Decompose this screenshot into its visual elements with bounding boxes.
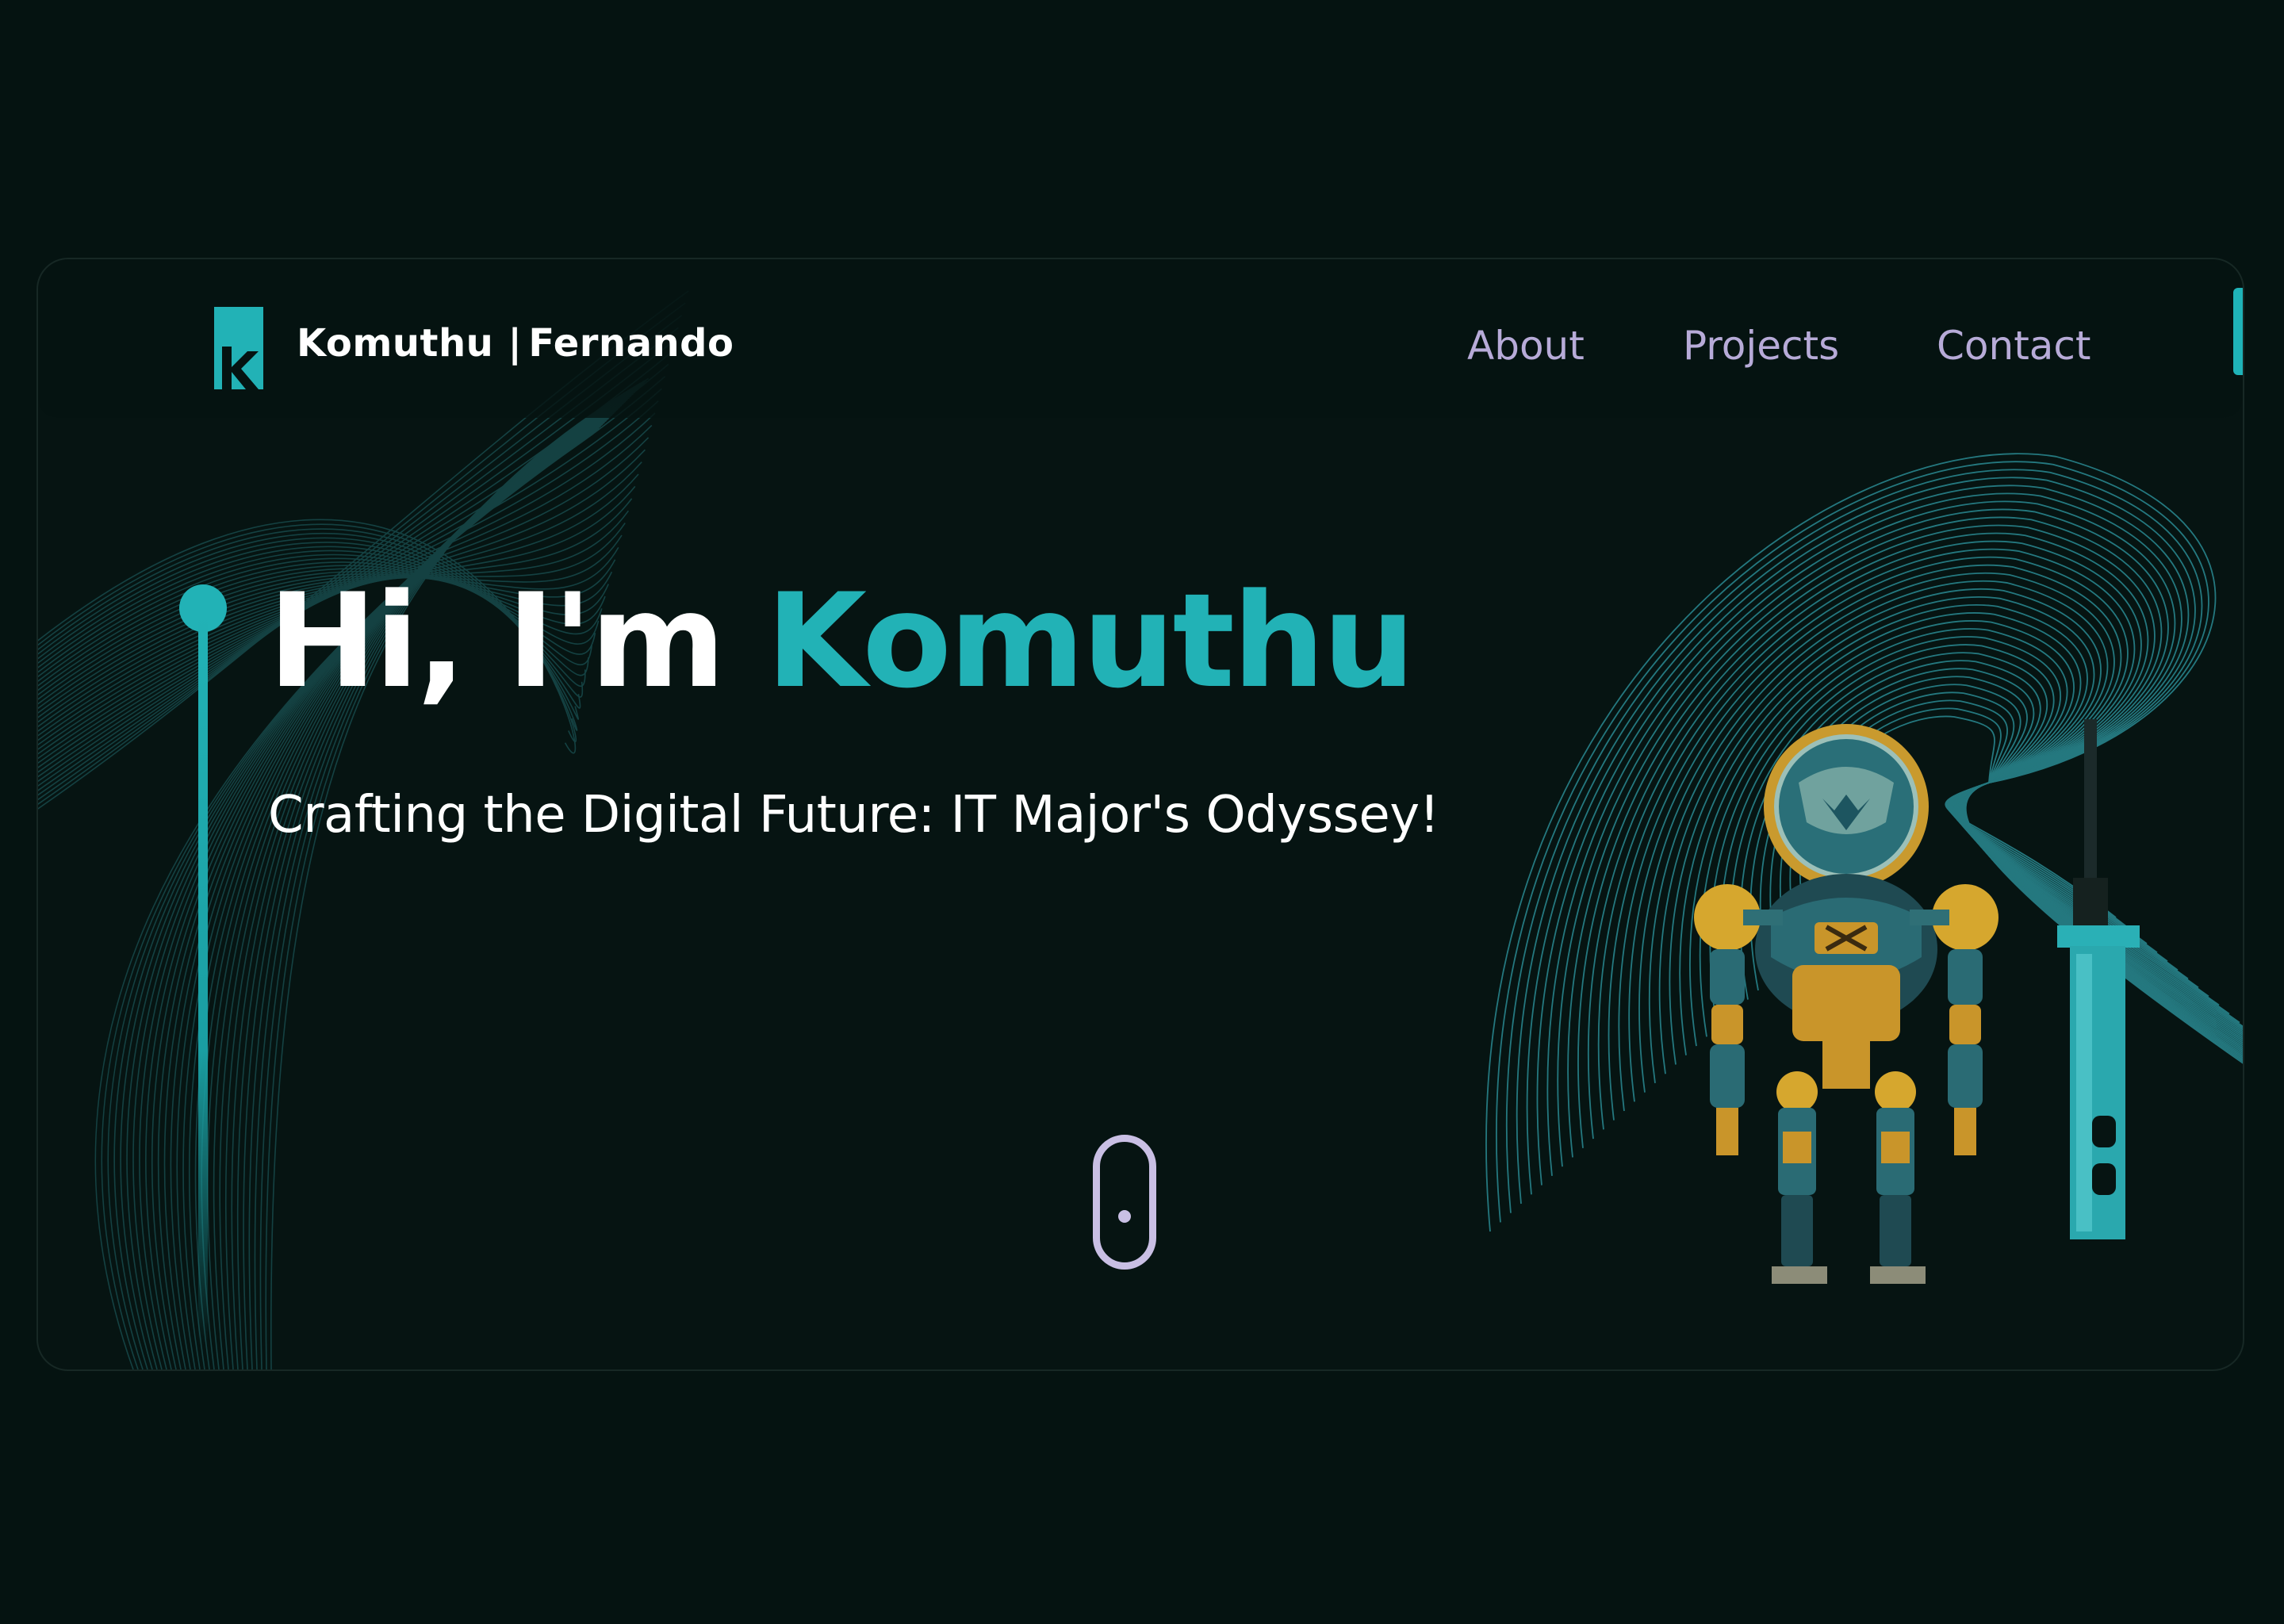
wave-line-left [243, 387, 640, 1369]
hero-heading: Hi, I'm Komuthu [268, 576, 1416, 707]
mouse-scroll-icon[interactable] [1093, 1135, 1156, 1270]
hero-card: Komuthu | Fernando About Projects Contact … [38, 259, 2243, 1369]
wave-line-left [189, 404, 623, 1369]
hero-name: Komuthu [766, 565, 1415, 717]
wave-line-left [236, 389, 638, 1369]
wave-line-left [182, 406, 621, 1369]
wave-line-left [254, 383, 643, 1369]
nav-about-link[interactable]: About [1467, 323, 1585, 369]
page: Komuthu | Fernando About Projects Contact … [0, 0, 2284, 1624]
hero-tagline: Crafting the Digital Future: IT Major's … [268, 786, 1439, 845]
top-navigation-bar: Komuthu | Fernando About Projects Contact [38, 259, 2243, 418]
wave-line-left [139, 419, 607, 1369]
brand-separator: | [508, 321, 523, 366]
brand-first-name: Komuthu [297, 321, 494, 366]
nav-projects-link[interactable]: Projects [1683, 323, 1839, 369]
scrollbar-accent [2233, 288, 2243, 375]
robot-illustration [1694, 719, 2140, 1284]
wave-line-left [231, 391, 636, 1369]
brand-name[interactable]: Komuthu | Fernando [297, 321, 734, 366]
k-logo-icon[interactable] [214, 307, 263, 389]
brand-last-name: Fernando [528, 321, 734, 366]
hero-greeting: Hi, I'm [268, 565, 726, 717]
timeline-line [198, 608, 208, 1346]
scroll-wheel-dot [1118, 1210, 1131, 1223]
nav-contact-link[interactable]: Contact [1937, 323, 2091, 369]
